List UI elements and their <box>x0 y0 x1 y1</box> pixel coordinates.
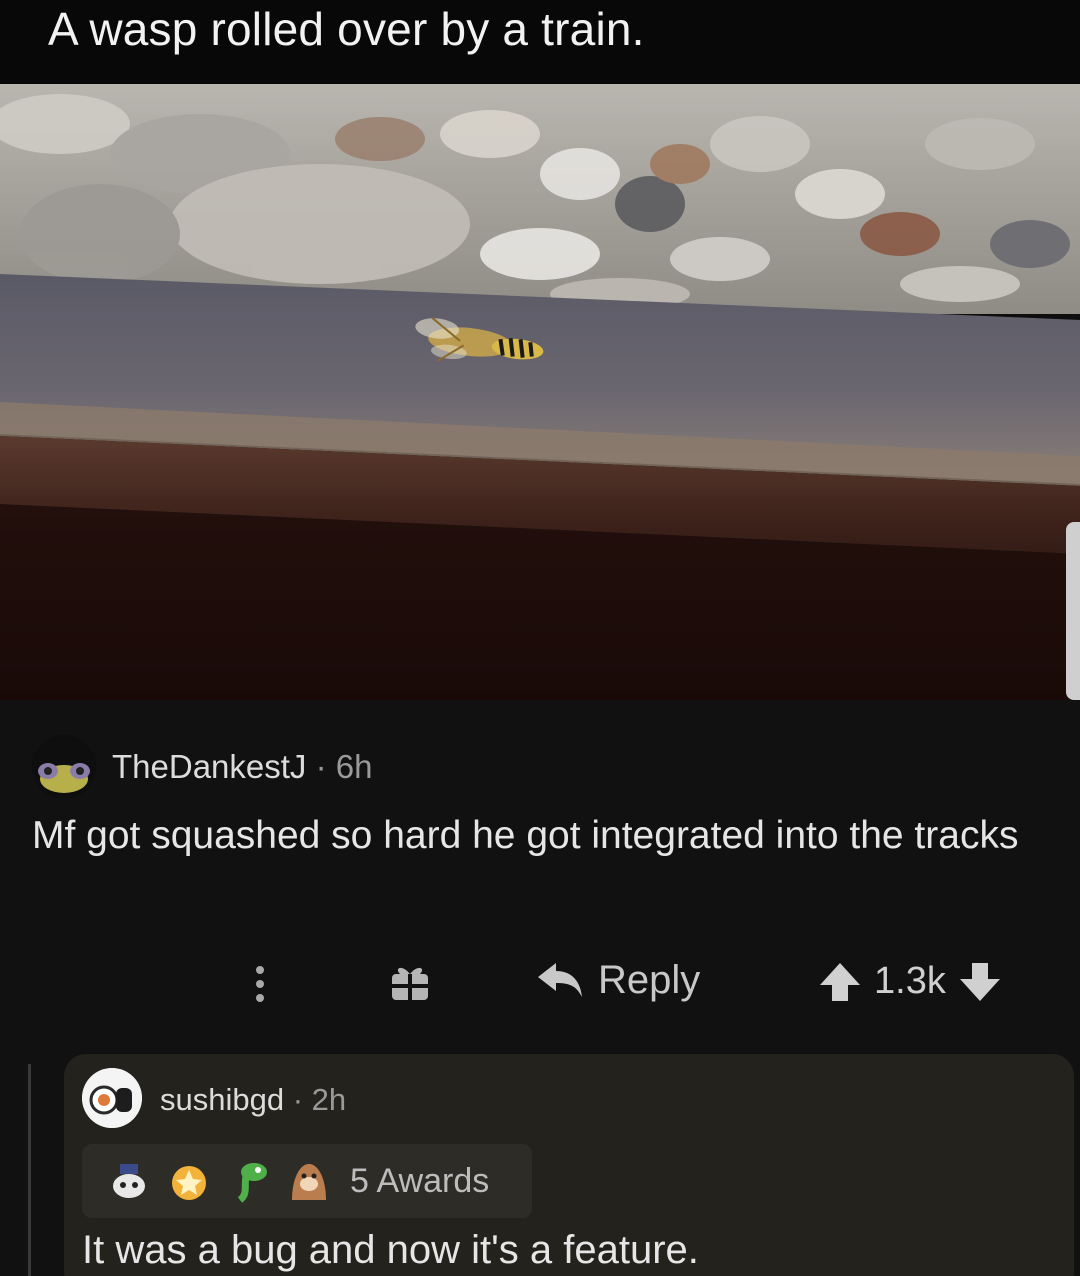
scroll-indicator[interactable] <box>1066 522 1080 700</box>
reply-username[interactable]: sushibgd <box>160 1082 284 1117</box>
award-wholesome <box>106 1158 152 1204</box>
award-gecko <box>226 1158 272 1204</box>
award-bear-icon <box>292 1164 326 1200</box>
reply-author[interactable]: sushibgd · 2h <box>160 1082 346 1118</box>
reply-label: Reply <box>598 958 701 1002</box>
award-bear <box>286 1158 332 1204</box>
reply-arrow-icon <box>538 962 582 997</box>
award-gecko-icon <box>237 1163 267 1203</box>
reply-button[interactable]: Reply <box>536 958 700 1003</box>
comment-age: 6h <box>335 748 373 785</box>
frog-avatar-icon <box>32 735 96 799</box>
more-vertical-icon <box>256 966 264 1002</box>
username[interactable]: TheDankestJ <box>112 748 306 785</box>
reply-avatar[interactable] <box>82 1068 142 1128</box>
awards-bar[interactable]: 5 Awards <box>82 1144 532 1218</box>
post-title: A wasp rolled over by a train. <box>0 0 1080 84</box>
sushi-avatar-icon <box>82 1068 142 1128</box>
gift-icon <box>392 967 428 1000</box>
vote-controls: 1.3k <box>818 960 1002 1003</box>
comment-author[interactable]: TheDankestJ · 6h <box>112 748 373 786</box>
reply-age: 2h <box>311 1082 347 1117</box>
give-award-button[interactable] <box>388 960 432 1004</box>
award-star-icon <box>172 1166 206 1200</box>
post-image[interactable] <box>0 84 1080 700</box>
award-snoo-icon <box>113 1164 145 1198</box>
reply-body: It was a bug and now it's a feature. <box>82 1228 699 1272</box>
downvote-icon[interactable] <box>958 961 1002 1003</box>
thread-line[interactable] <box>28 1064 31 1276</box>
awards-count: 5 Awards <box>350 1161 490 1200</box>
more-options-button[interactable] <box>248 962 272 1006</box>
comment-actions: Reply 1.3k <box>0 950 1080 1020</box>
separator-dot: · <box>292 1082 304 1117</box>
separator-dot: · <box>315 748 327 785</box>
comment-score: 1.3k <box>874 960 946 1002</box>
award-star <box>166 1158 212 1204</box>
upvote-icon[interactable] <box>818 961 862 1003</box>
comment-body: Mf got squashed so hard he got integrate… <box>32 814 1019 857</box>
avatar[interactable] <box>32 735 96 799</box>
